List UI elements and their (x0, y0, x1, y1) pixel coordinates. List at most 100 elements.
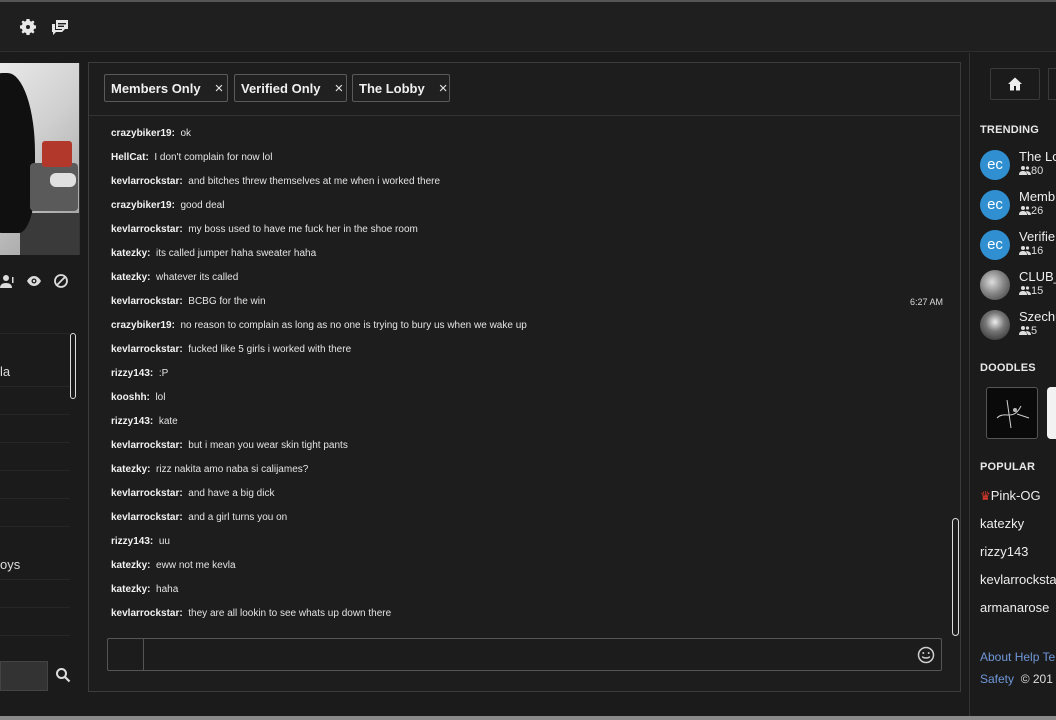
composer-options-button[interactable] (108, 639, 144, 670)
about-link[interactable]: About (980, 650, 1011, 664)
list-item[interactable] (0, 305, 70, 334)
terms-link[interactable]: Te (1043, 650, 1056, 664)
close-icon[interactable]: × (439, 80, 448, 97)
tab-label: Members Only (111, 80, 201, 96)
tab-label: The Lobby (359, 80, 425, 96)
chat-message: kevlarrockstar: fucked like 5 girls i wo… (111, 341, 941, 359)
list-item[interactable] (0, 386, 70, 415)
list-item[interactable] (0, 470, 70, 499)
list-item[interactable] (0, 607, 70, 636)
message-user[interactable]: crazybiker19: (111, 200, 175, 211)
trending-room[interactable]: Szechu 5 (980, 307, 1056, 343)
message-user[interactable]: crazybiker19: (111, 320, 175, 331)
room-tabs: Members Only × Verified Only × The Lobby… (89, 63, 960, 116)
popular-user[interactable]: armanarose (980, 600, 1049, 615)
message-text: BCBG for the win (188, 296, 266, 307)
doodles-heading: DOODLES (980, 362, 1036, 374)
message-user[interactable]: kevlarrockstar: (111, 608, 183, 619)
message-user[interactable]: katezky: (111, 560, 150, 571)
message-user[interactable]: katezky: (111, 584, 150, 595)
doodle-thumbnail[interactable] (986, 387, 1038, 439)
trending-room[interactable]: ec Memb 26 (980, 187, 1056, 223)
user-list-scrollbar[interactable] (70, 333, 76, 399)
message-text: fucked like 5 girls i worked with there (188, 344, 352, 355)
list-item[interactable] (0, 498, 70, 527)
eye-icon[interactable] (26, 273, 42, 289)
chat-message: HellCat: I don't complain for now lol (111, 149, 941, 167)
chat-message: katezky: haha (111, 581, 941, 599)
trending-room[interactable]: ec The Lo 80 (980, 147, 1056, 183)
tab-verified-only[interactable]: Verified Only × (234, 74, 347, 102)
popular-user[interactable]: rizzy143 (980, 544, 1028, 559)
message-user[interactable]: katezky: (111, 272, 150, 283)
message-user[interactable]: katezky: (111, 248, 150, 259)
chat-scrollbar[interactable] (952, 518, 959, 636)
chat-bubbles-icon[interactable] (50, 17, 70, 37)
message-timestamp: 6:27 AM (909, 297, 943, 307)
room-avatar (980, 270, 1010, 300)
message-user[interactable]: rizzy143: (111, 416, 153, 427)
message-user[interactable]: kevlarrockstar: (111, 512, 183, 523)
tab-members-only[interactable]: Members Only × (104, 74, 228, 102)
webcam-video[interactable] (0, 63, 80, 255)
trending-heading: TRENDING (980, 124, 1040, 136)
chat-message: kevlarrockstar: BCBG for the win 6:27 AM (111, 293, 943, 311)
secondary-nav-button[interactable] (1048, 68, 1056, 100)
message-text: its called jumper haha sweater haha (156, 248, 317, 259)
tab-label: Verified Only (241, 80, 321, 96)
help-link[interactable]: Help (1015, 650, 1040, 664)
message-text: haha (156, 584, 179, 595)
close-icon[interactable]: × (334, 80, 343, 97)
message-text: my boss used to have me fuck her in the … (188, 224, 418, 235)
message-user[interactable]: kevlarrockstar: (111, 224, 183, 235)
list-item[interactable]: la (0, 358, 70, 387)
message-user[interactable]: kevlarrockstar: (111, 176, 183, 187)
safety-link[interactable]: Safety (980, 672, 1014, 686)
flame-icon: ♛ (980, 489, 991, 503)
trending-room[interactable]: ec Verifie 16 (980, 227, 1056, 263)
tab-the-lobby[interactable]: The Lobby × (352, 74, 450, 102)
message-user[interactable]: rizzy143: (111, 536, 153, 547)
list-item[interactable]: oys (0, 551, 70, 580)
message-user[interactable]: kevlarrockstar: (111, 440, 183, 451)
list-item[interactable] (0, 579, 70, 608)
trending-room[interactable]: CLUB_ 15 (980, 267, 1056, 303)
message-user[interactable]: kooshh: (111, 392, 150, 403)
user-add-icon[interactable] (0, 273, 16, 289)
chat-message: katezky: eww not me kevla (111, 557, 941, 575)
footer-links: About Help Te (980, 650, 1055, 664)
message-list: crazybiker19: ok HellCat: I don't compla… (89, 116, 960, 628)
message-text: no reason to complain as long as no one … (180, 320, 527, 331)
smiley-icon[interactable] (917, 646, 935, 664)
message-input[interactable] (144, 639, 904, 670)
room-name: CLUB_ (1019, 269, 1056, 284)
message-user[interactable]: kevlarrockstar: (111, 296, 183, 307)
home-button[interactable] (990, 68, 1040, 100)
doodle-thumbnail[interactable] (1047, 387, 1056, 439)
message-user[interactable]: katezky: (111, 464, 150, 475)
list-item[interactable] (0, 442, 70, 471)
message-user[interactable]: kevlarrockstar: (111, 344, 183, 355)
popular-user[interactable]: ♛Pink-OG (980, 488, 1041, 503)
popular-user[interactable]: kevlarrocksta (980, 572, 1056, 587)
block-icon[interactable] (53, 273, 69, 289)
message-user[interactable]: HellCat: (111, 152, 149, 163)
search-icon[interactable] (55, 667, 73, 685)
message-user[interactable]: crazybiker19: (111, 128, 175, 139)
user-search-input[interactable] (0, 661, 48, 691)
popular-user[interactable]: katezky (980, 516, 1024, 531)
close-icon[interactable]: × (215, 80, 224, 97)
room-count: 80 (1019, 165, 1043, 177)
message-user[interactable]: rizzy143: (111, 368, 153, 379)
popular-heading: POPULAR (980, 461, 1036, 473)
message-user[interactable]: kevlarrockstar: (111, 488, 183, 499)
room-name: Verifie (1019, 229, 1056, 244)
footer-links-2: Safety © 201 (980, 672, 1053, 686)
list-item[interactable] (0, 414, 70, 443)
room-avatar: ec (980, 230, 1010, 260)
message-text: whatever its called (156, 272, 239, 283)
message-text: and bitches threw themselves at me when … (188, 176, 441, 187)
gear-icon[interactable] (18, 17, 38, 37)
message-text: :P (158, 368, 169, 379)
room-count: 15 (1019, 285, 1043, 297)
